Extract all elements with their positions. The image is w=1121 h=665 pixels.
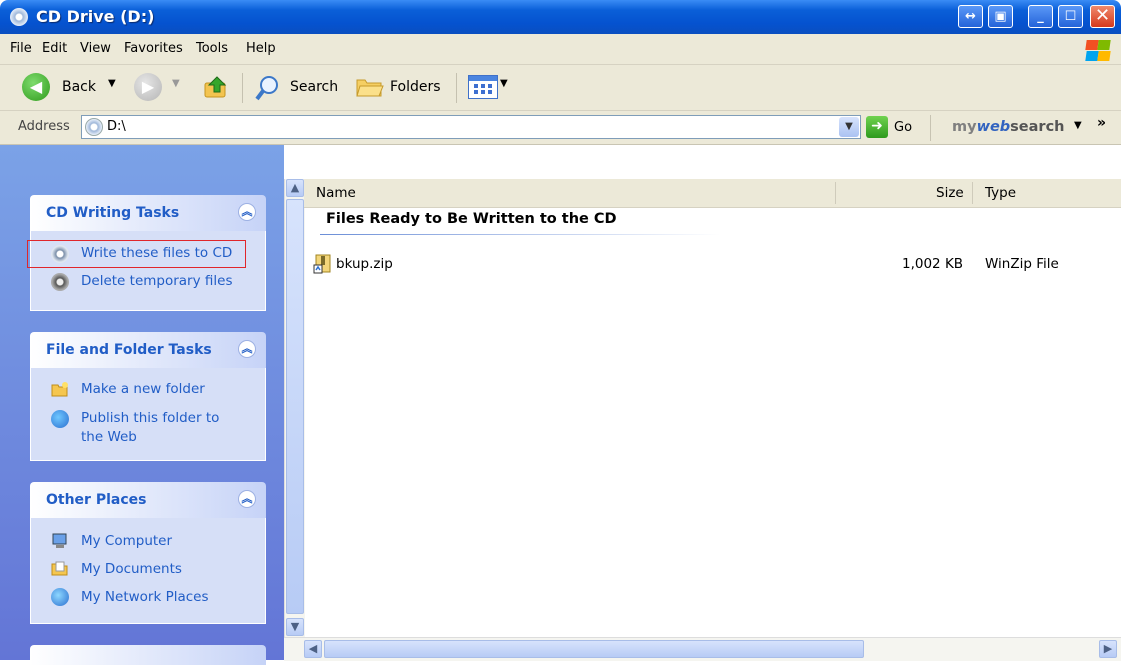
publish-folder-to-web-link[interactable]: Publish this folder to the Web	[81, 409, 231, 447]
vertical-scrollbar[interactable]: ▲ ▼	[284, 179, 305, 637]
title-bar[interactable]: CD Drive (D:) ↔ ▣ _ ☐ ✕	[0, 0, 1121, 34]
zip-file-icon	[313, 254, 333, 274]
file-folder-tasks-header[interactable]: File and Folder Tasks ︽	[30, 332, 266, 368]
other-places-title: Other Places	[46, 492, 147, 508]
address-value: D:\	[107, 119, 126, 134]
window-title: CD Drive (D:)	[36, 7, 155, 26]
up-folder-icon[interactable]	[203, 74, 229, 100]
scroll-left-icon[interactable]: ◀	[304, 640, 322, 658]
my-network-places-link[interactable]: My Network Places	[81, 588, 209, 607]
toolbar-separator	[456, 73, 457, 103]
horizontal-scroll-thumb[interactable]	[324, 640, 864, 658]
address-separator	[930, 115, 931, 141]
write-cd-icon	[51, 245, 69, 263]
file-type: WinZip File	[985, 256, 1059, 272]
scroll-up-icon[interactable]: ▲	[286, 179, 304, 197]
file-folder-tasks-title: File and Folder Tasks	[46, 342, 212, 358]
menu-edit[interactable]: Edit	[42, 41, 67, 56]
address-input[interactable]: D:\ ▼	[81, 115, 861, 139]
menu-file[interactable]: File	[10, 41, 32, 56]
forward-dropdown-icon[interactable]: ▼	[172, 78, 180, 89]
menu-favorites[interactable]: Favorites	[124, 41, 183, 56]
folders-icon[interactable]	[355, 74, 385, 100]
search-icon[interactable]	[254, 74, 282, 102]
column-name[interactable]: Name	[316, 185, 356, 201]
go-arrow-icon[interactable]: ➜	[866, 116, 888, 138]
views-dropdown-icon[interactable]: ▼	[500, 78, 508, 89]
mywebsearch-dropdown-icon[interactable]: ▼	[1074, 120, 1082, 131]
close-button[interactable]: ✕	[1090, 5, 1115, 28]
menu-help[interactable]: Help	[246, 41, 276, 56]
scroll-down-icon[interactable]: ▼	[286, 618, 304, 636]
collapse-chevron-icon[interactable]: ︽	[238, 490, 256, 508]
mywebsearch-my: my	[952, 119, 977, 135]
restore-tab-button[interactable]: ▣	[988, 5, 1013, 28]
back-dropdown-icon[interactable]: ▼	[108, 78, 116, 89]
minimize-button[interactable]: _	[1028, 5, 1053, 28]
views-icon[interactable]	[468, 75, 498, 99]
task-pane: CD Writing Tasks ︽ Write these files to …	[0, 145, 284, 665]
cd-drive-icon	[85, 118, 103, 136]
make-new-folder-link[interactable]: Make a new folder	[81, 380, 205, 399]
new-folder-icon	[51, 381, 69, 399]
maximize-button[interactable]: ☐	[1058, 5, 1083, 28]
menu-tools[interactable]: Tools	[196, 41, 228, 56]
toolbar-separator	[242, 73, 243, 103]
my-documents-icon	[51, 560, 69, 578]
my-computer-icon	[51, 532, 69, 550]
address-label: Address	[18, 119, 70, 134]
menu-bar: File Edit View Favorites Tools Help	[0, 34, 1121, 65]
my-documents-link[interactable]: My Documents	[81, 560, 182, 579]
column-header-row: Name Size Type	[304, 179, 1121, 208]
file-size: 1,002 KB	[902, 256, 964, 272]
column-type[interactable]: Type	[985, 185, 1016, 201]
column-size[interactable]: Size	[936, 185, 964, 201]
group-divider	[320, 234, 720, 235]
publish-web-icon	[51, 410, 69, 428]
search-button[interactable]: Search	[290, 79, 338, 95]
address-bar: Address D:\ ▼ ➜ Go mywebsearch ▼ »	[0, 111, 1121, 145]
scroll-right-icon[interactable]: ▶	[1099, 640, 1117, 658]
cd-drive-icon	[10, 8, 28, 26]
folders-button[interactable]: Folders	[390, 79, 441, 95]
collapse-chevron-icon[interactable]: ︽	[238, 203, 256, 221]
mywebsearch-search: search	[1010, 119, 1065, 135]
cd-writing-tasks-body: Write these files to CD Delete temporary…	[27, 231, 266, 311]
back-arrow-icon[interactable]: ◀	[22, 73, 50, 101]
toolbar-overflow-icon[interactable]: »	[1097, 115, 1106, 131]
horizontal-scrollbar[interactable]: ◀ ▶	[284, 637, 1121, 661]
cd-writing-tasks-header[interactable]: CD Writing Tasks ︽	[30, 195, 266, 231]
file-name[interactable]: bkup.zip	[336, 256, 393, 272]
mywebsearch-web: web	[976, 119, 1011, 135]
go-button[interactable]: Go	[894, 120, 912, 135]
delete-temporary-files-link[interactable]: Delete temporary files	[81, 272, 232, 291]
vertical-scroll-thumb[interactable]	[286, 199, 304, 614]
group-heading: Files Ready to Be Written to the CD	[326, 211, 617, 227]
write-files-to-cd-link[interactable]: Write these files to CD	[81, 244, 232, 263]
column-divider[interactable]	[972, 182, 973, 204]
file-folder-tasks-body: Make a new folder Publish this folder to…	[30, 368, 266, 461]
my-computer-link[interactable]: My Computer	[81, 532, 172, 551]
windows-logo-icon	[1083, 38, 1111, 62]
mywebsearch-button[interactable]: mywebsearch	[952, 119, 1065, 135]
column-divider[interactable]	[835, 182, 836, 204]
menu-view[interactable]: View	[80, 41, 111, 56]
cd-writing-tasks-title: CD Writing Tasks	[46, 205, 180, 221]
delete-temp-files-icon	[51, 273, 69, 291]
back-button[interactable]: Back	[62, 79, 96, 95]
toolbar: ◀ Back ▼ ▶ ▼ Search Folders ▼	[0, 65, 1121, 111]
other-places-body: My Computer My Documents My Network Plac…	[30, 518, 266, 624]
details-header[interactable]	[30, 645, 266, 665]
extra-window-button[interactable]: ↔	[958, 5, 983, 28]
collapse-chevron-icon[interactable]: ︽	[238, 340, 256, 358]
my-network-places-icon	[51, 588, 69, 606]
other-places-header[interactable]: Other Places ︽	[30, 482, 266, 518]
forward-arrow-icon[interactable]: ▶	[134, 73, 162, 101]
address-dropdown-icon[interactable]: ▼	[839, 117, 859, 137]
